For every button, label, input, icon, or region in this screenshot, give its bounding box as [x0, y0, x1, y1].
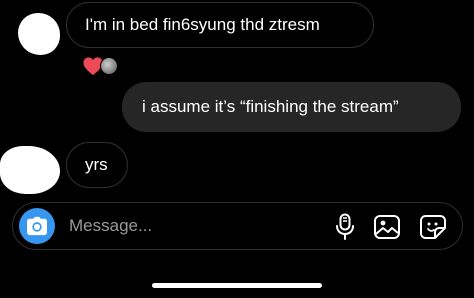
microphone-icon	[336, 213, 354, 240]
message-text: I'm in bed fin6syung thd ztresm	[85, 15, 320, 34]
message-input[interactable]	[69, 213, 269, 239]
reactor-avatar	[100, 57, 118, 75]
message-bubble-sent[interactable]: i assume it’s “finishing the stream”	[122, 82, 461, 132]
message-bubble-received[interactable]: yrs	[66, 142, 128, 188]
message-text: yrs	[85, 155, 108, 174]
microphone-button[interactable]	[331, 213, 359, 241]
chat-screen: I'm in bed fin6syung thd ztresm i assume…	[0, 0, 474, 298]
message-text: i assume it’s “finishing the stream”	[142, 97, 399, 116]
camera-button[interactable]	[19, 208, 55, 244]
gallery-icon	[374, 215, 400, 239]
home-indicator[interactable]	[152, 283, 322, 288]
sticker-icon	[420, 215, 446, 239]
message-composer	[12, 202, 463, 250]
camera-icon	[27, 216, 47, 236]
sender-avatar[interactable]	[0, 146, 60, 194]
message-reactions[interactable]	[82, 56, 118, 76]
sender-avatar[interactable]	[18, 13, 60, 55]
gallery-button[interactable]	[373, 213, 401, 241]
sticker-button[interactable]	[419, 213, 447, 241]
message-bubble-received[interactable]: I'm in bed fin6syung thd ztresm	[66, 2, 374, 48]
